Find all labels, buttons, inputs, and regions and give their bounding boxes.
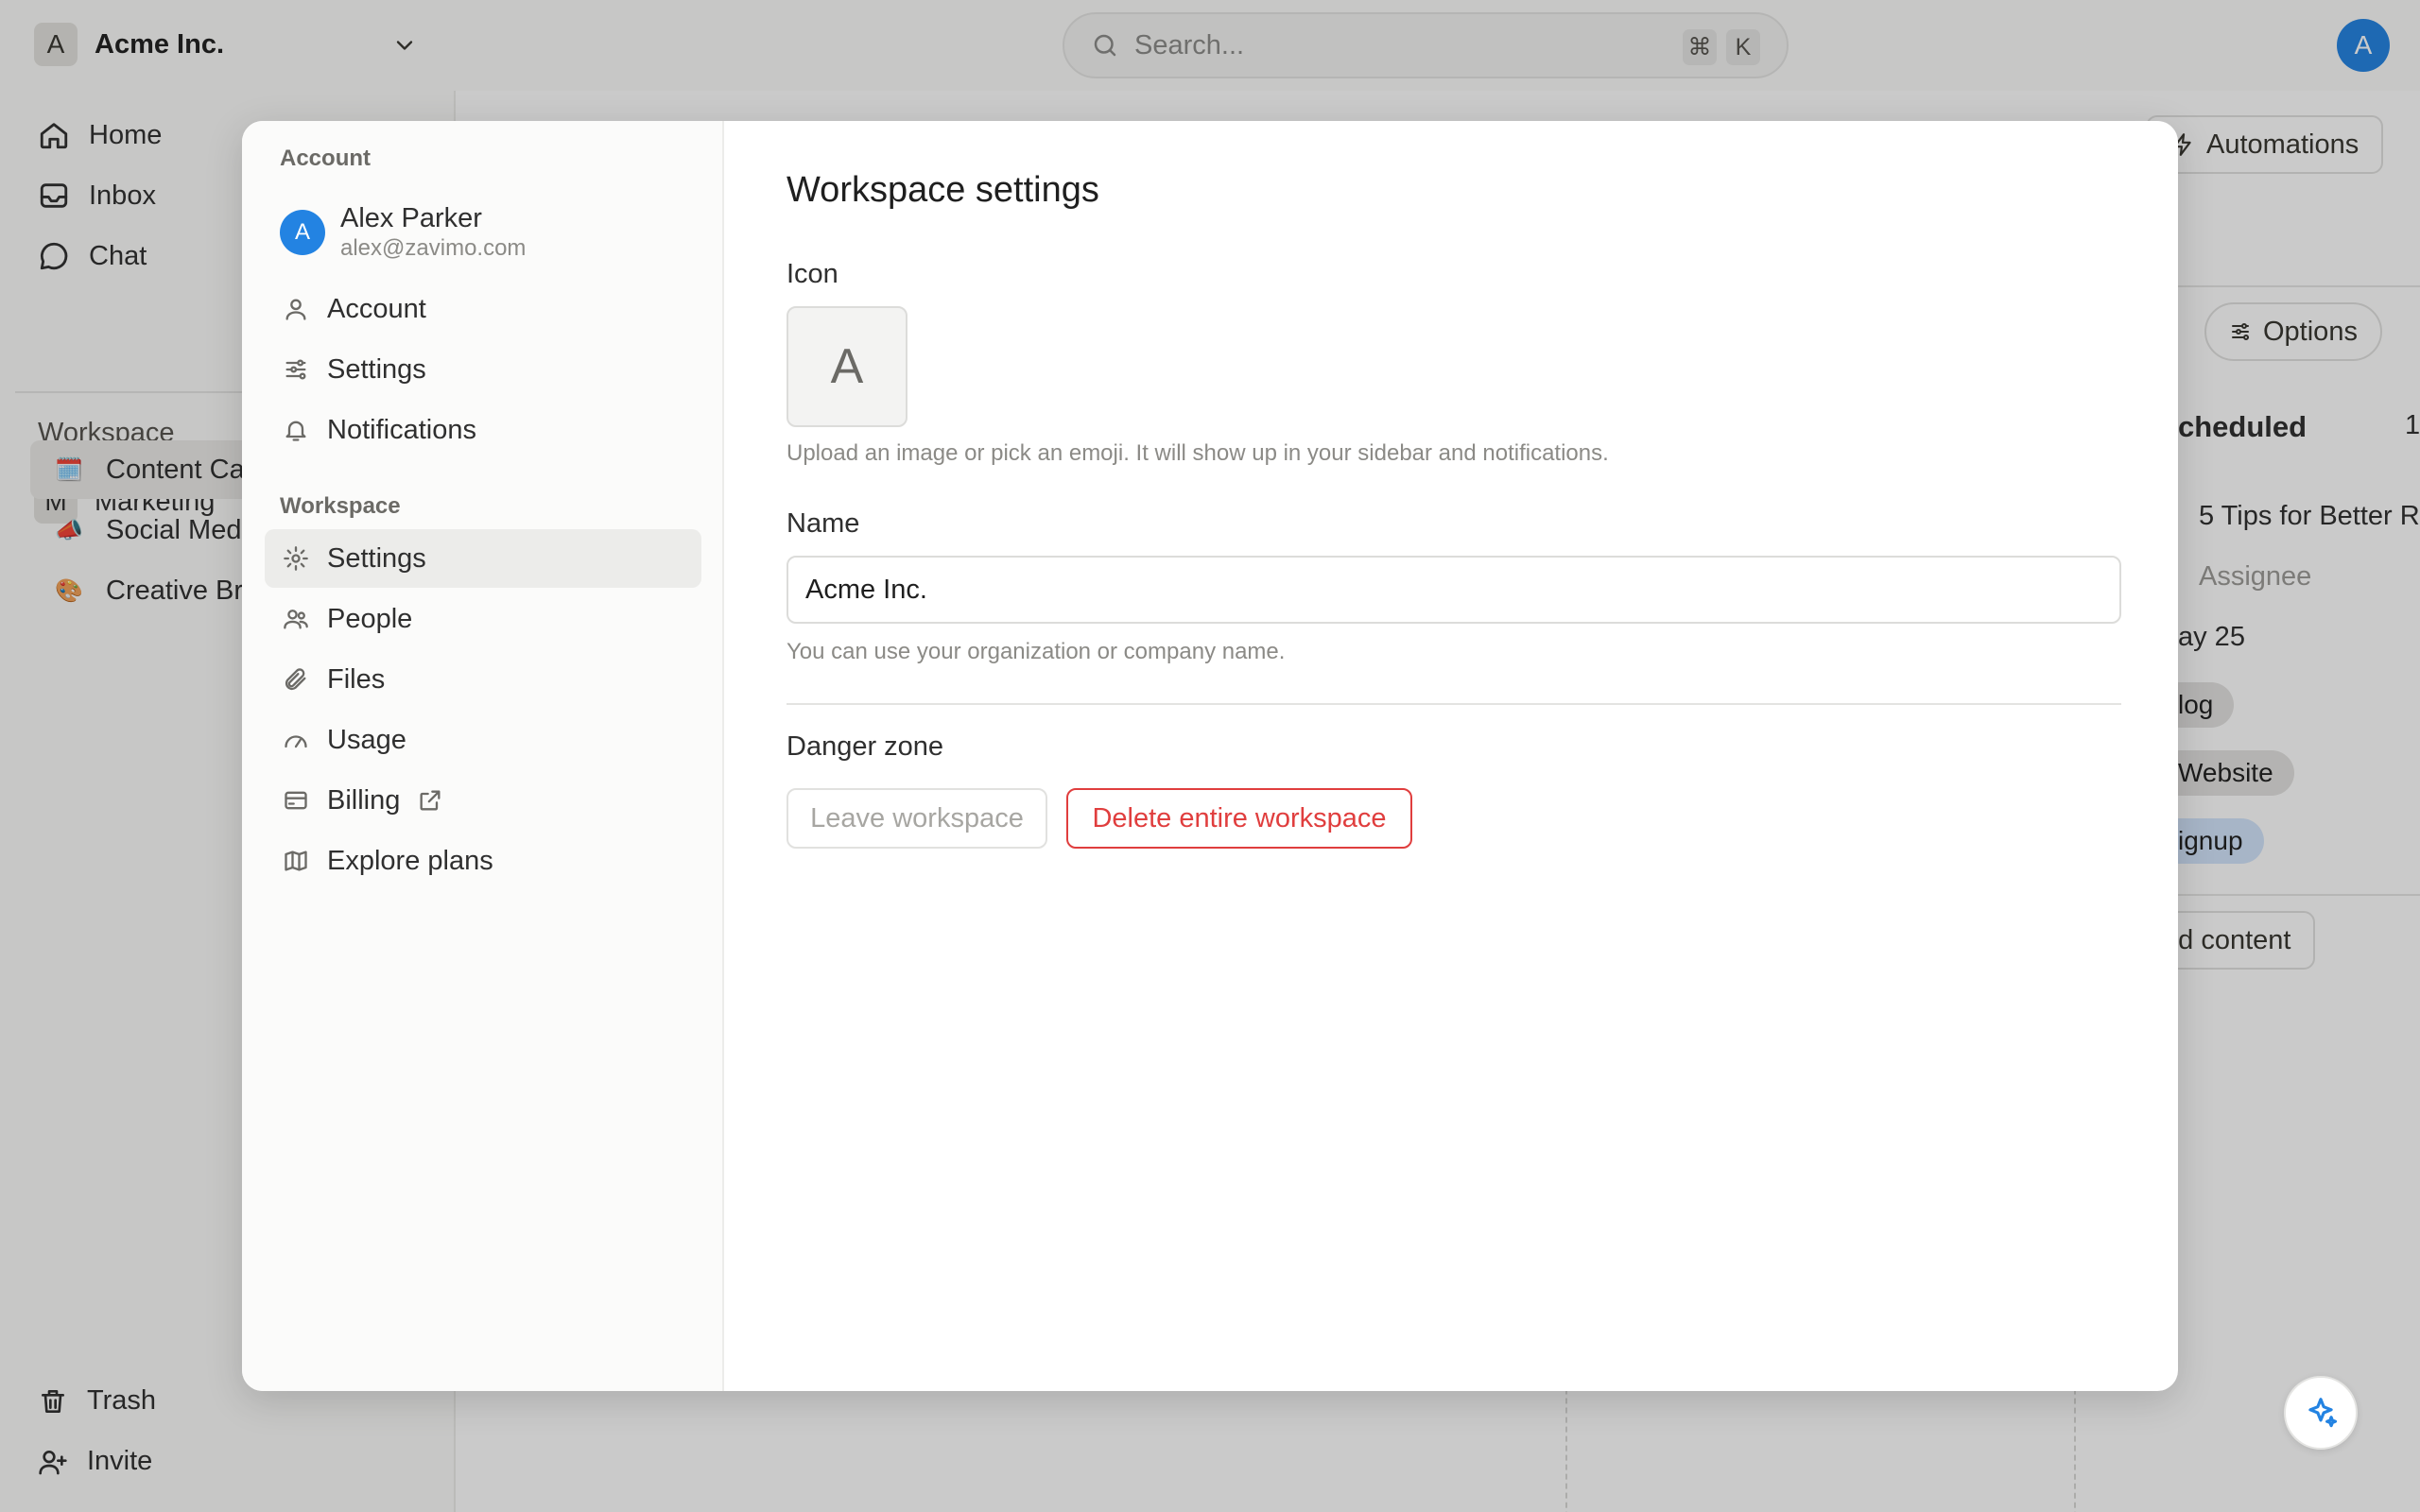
external-link-icon — [417, 787, 443, 814]
avatar: A — [280, 210, 325, 255]
settings-item-explore-plans[interactable]: Explore plans — [265, 832, 701, 890]
settings-item-billing[interactable]: Billing — [265, 771, 701, 830]
section-divider — [786, 703, 2121, 705]
people-icon — [282, 606, 310, 632]
settings-item-label: Explore plans — [327, 845, 493, 876]
settings-item-label: Settings — [327, 542, 426, 574]
ai-assistant-button[interactable] — [2284, 1376, 2358, 1450]
workspace-settings-panel: Workspace settings Icon A Upload an imag… — [786, 121, 2148, 1391]
section-account: Account — [280, 146, 371, 171]
user-icon — [282, 296, 310, 322]
settings-item-files[interactable]: Files — [265, 650, 701, 709]
gauge-icon — [282, 727, 310, 753]
settings-sidebar: Account A Alex Parker alex@zavimo.com Ac… — [242, 121, 724, 1391]
workspace-name-input[interactable] — [786, 556, 2121, 624]
name-hint: You can use your organization or company… — [786, 639, 1286, 664]
settings-item-workspace-settings[interactable]: Settings — [265, 529, 701, 588]
settings-item-label: Usage — [327, 724, 406, 755]
icon-label: Icon — [786, 259, 838, 289]
map-icon — [282, 848, 310, 874]
icon-hint: Upload an image or pick an emoji. It wil… — [786, 440, 1609, 466]
danger-zone-label: Danger zone — [786, 731, 944, 762]
sparkle-icon — [2303, 1395, 2339, 1431]
settings-item-label: People — [327, 603, 413, 634]
name-label: Name — [786, 508, 860, 539]
user-profile: A Alex Parker alex@zavimo.com — [280, 202, 526, 263]
bell-icon — [282, 417, 310, 443]
settings-item-notifications[interactable]: Notifications — [265, 401, 701, 459]
paperclip-icon — [282, 666, 310, 693]
sliders-icon — [282, 356, 310, 383]
settings-item-label: Notifications — [327, 414, 476, 445]
gear-icon — [282, 545, 310, 572]
settings-item-label: Settings — [327, 353, 426, 385]
settings-item-label: Billing — [327, 784, 401, 816]
user-name: Alex Parker — [340, 203, 482, 233]
user-email: alex@zavimo.com — [340, 235, 527, 261]
settings-item-people[interactable]: People — [265, 590, 701, 648]
settings-modal: Account A Alex Parker alex@zavimo.com Ac… — [242, 121, 2178, 1391]
page-title: Workspace settings — [786, 170, 1099, 210]
credit-card-icon — [282, 787, 310, 814]
settings-item-label: Account — [327, 293, 426, 324]
settings-item-usage[interactable]: Usage — [265, 711, 701, 769]
workspace-icon-picker[interactable]: A — [786, 306, 908, 427]
section-workspace: Workspace — [280, 493, 401, 519]
settings-item-account[interactable]: Account — [265, 280, 701, 338]
delete-workspace-button[interactable]: Delete entire workspace — [1066, 788, 1412, 849]
settings-item-settings[interactable]: Settings — [265, 340, 701, 399]
settings-item-label: Files — [327, 663, 386, 695]
leave-workspace-button[interactable]: Leave workspace — [786, 788, 1047, 849]
